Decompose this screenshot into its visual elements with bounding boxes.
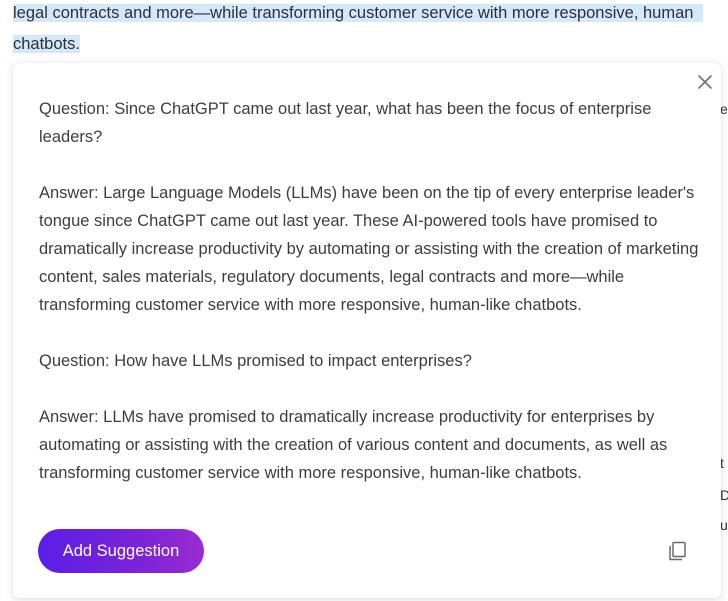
close-button[interactable] — [695, 72, 715, 92]
margin-glyph: D — [720, 487, 728, 503]
margin-glyph: u — [720, 517, 728, 533]
question-paragraph: Question: How have LLMs promised to impa… — [39, 352, 472, 370]
margin-glyph: e — [720, 101, 728, 117]
highlighted-text: chatbots. — [13, 35, 80, 53]
add-suggestion-button[interactable]: Add Suggestion — [38, 529, 204, 573]
document-text-line: legal contracts and more—while transform… — [13, 0, 728, 29]
suggestion-text: Question: Since ChatGPT came out last ye… — [39, 95, 701, 487]
highlighted-text: legal contracts and more—while transform… — [13, 4, 704, 22]
answer-paragraph: Answer: LLMs have promised to dramatical… — [39, 408, 668, 482]
document-text-line: chatbots. — [13, 29, 80, 60]
question-paragraph: Question: Since ChatGPT came out last ye… — [39, 100, 652, 146]
suggestion-popup: Question: Since ChatGPT came out last ye… — [13, 63, 721, 598]
answer-paragraph: Answer: Large Language Models (LLMs) hav… — [39, 184, 699, 314]
copy-button[interactable] — [667, 540, 689, 562]
close-icon — [698, 75, 712, 89]
copy-icon — [669, 541, 686, 561]
